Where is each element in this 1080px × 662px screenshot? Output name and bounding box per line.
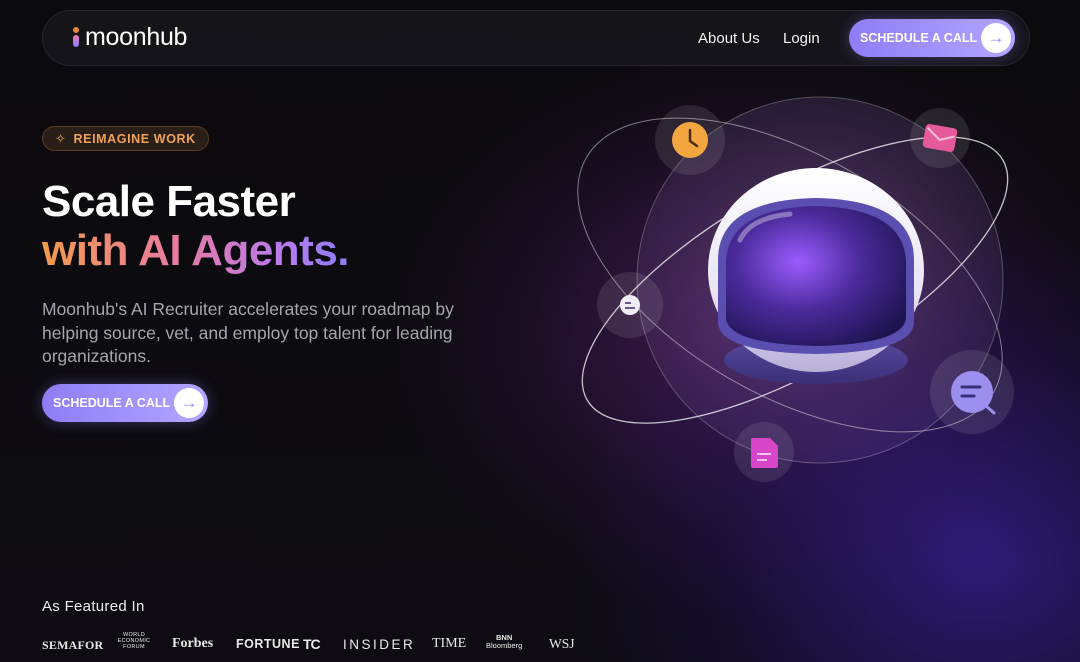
- wsj-logo: WSJ: [549, 636, 575, 651]
- badge-label: REIMAGINE WORK: [73, 131, 196, 146]
- nav-schedule-call-button[interactable]: SCHEDULE A CALL →: [849, 19, 1015, 57]
- insider-logo: INSIDER: [343, 637, 416, 652]
- top-navbar: moonhub About Us Login SCHEDULE A CALL →: [42, 10, 1030, 66]
- press-logos: SEMAFOR WORLD ECONOMIC FORUM Forbes FORT…: [42, 630, 602, 658]
- moonhub-logo[interactable]: moonhub: [71, 23, 188, 51]
- moonhub-logo-icon: [71, 25, 81, 49]
- techcrunch-logo: TC: [303, 636, 321, 652]
- featured-in-heading: As Featured In: [42, 598, 145, 615]
- chat-bubble-icon: [597, 272, 663, 338]
- document-icon: [734, 422, 794, 482]
- hero-title-line1: Scale Faster: [42, 177, 296, 226]
- arrow-right-icon: →: [981, 23, 1011, 53]
- bnn-bloomberg-logo: BNN Bloomberg: [486, 633, 523, 650]
- wef-logo: WORLD ECONOMIC FORUM: [117, 632, 151, 650]
- forbes-logo: Forbes: [172, 636, 214, 651]
- clock-icon: [655, 105, 725, 175]
- hero-schedule-call-button[interactable]: SCHEDULE A CALL →: [42, 384, 208, 422]
- hero-cta-label: SCHEDULE A CALL: [53, 396, 171, 410]
- nav-login-link[interactable]: Login: [783, 30, 820, 47]
- mail-icon: [910, 108, 970, 168]
- reimagine-work-badge: ✧ REIMAGINE WORK: [42, 126, 209, 151]
- sparkle-icon: ✧: [55, 130, 67, 146]
- search-document-icon: [930, 350, 1014, 434]
- semafor-logo: SEMAFOR: [42, 638, 104, 652]
- landing-page: moonhub About Us Login SCHEDULE A CALL →…: [0, 0, 1080, 662]
- time-logo: TIME: [432, 636, 467, 651]
- logo-text: moonhub: [85, 23, 188, 51]
- nav-cta-label: SCHEDULE A CALL: [860, 31, 978, 45]
- nav-about-us-link[interactable]: About Us: [698, 30, 760, 47]
- hero-description: Moonhub's AI Recruiter accelerates your …: [42, 299, 454, 366]
- astronaut-helmet-illustration: [577, 96, 1014, 482]
- fortune-logo: FORTUNE: [236, 637, 300, 651]
- hero-title-line2: with AI Agents.: [42, 226, 350, 275]
- arrow-right-icon: →: [174, 388, 204, 418]
